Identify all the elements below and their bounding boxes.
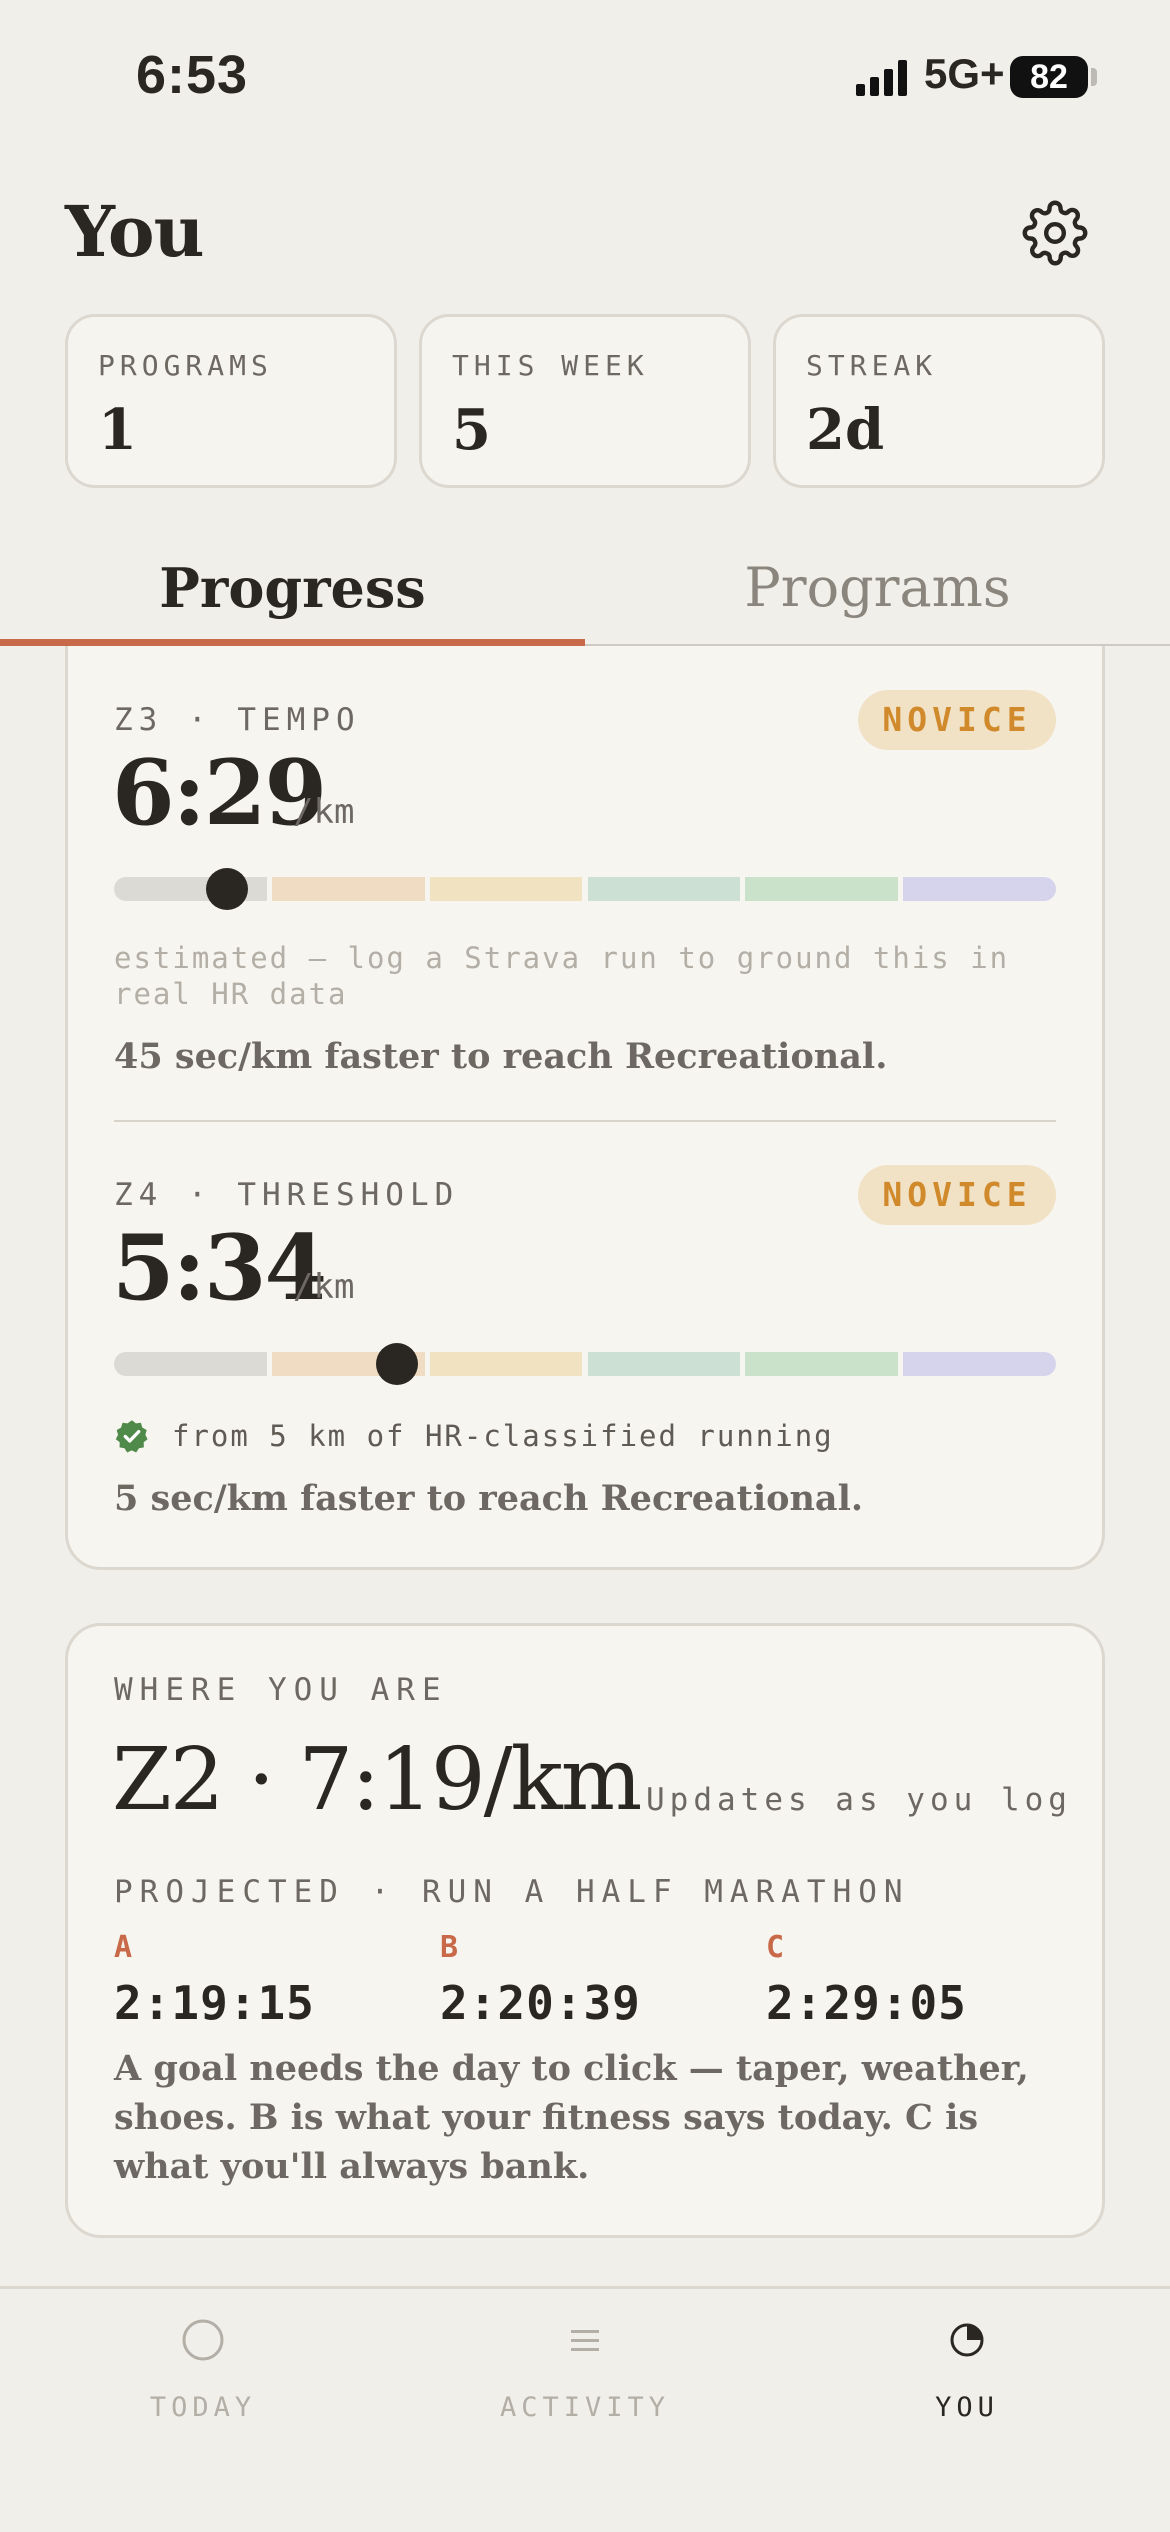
goal-a-label: A: [114, 1930, 133, 1965]
zone-scale-segment: [745, 1352, 899, 1376]
tab-programs[interactable]: Programs: [585, 556, 1170, 619]
page-title: You: [65, 190, 204, 273]
nav-activity[interactable]: ACTIVITY: [390, 2310, 780, 2423]
zone-note: estimated — log a Strava run to ground t…: [114, 941, 1010, 1011]
goal-explanation: A goal needs the day to click — taper, w…: [114, 2048, 1029, 2187]
level-badge: NOVICE: [858, 690, 1056, 750]
zone-message: 5 sec/km faster to reach Recreational.: [114, 1478, 864, 1519]
level-badge: NOVICE: [858, 1165, 1056, 1225]
pace-unit: /km: [293, 1267, 355, 1307]
tab-active-indicator: [0, 639, 585, 646]
goal-b-time: 2:20:39: [440, 1976, 641, 2030]
zone-scale-segment: [587, 877, 741, 901]
nav-label: TODAY: [149, 2392, 257, 2423]
goal-b-label: B: [440, 1930, 459, 1965]
zone-scale: [114, 1343, 1056, 1385]
zone-scale-segment: [429, 1352, 583, 1376]
network-type: 5G+: [924, 50, 1005, 97]
where-heading: WHERE YOU ARE: [114, 1672, 448, 1708]
zone-heading: Z3 · TEMPO: [114, 702, 361, 738]
zone-scale: [114, 868, 1056, 910]
goal-c-label: C: [766, 1930, 785, 1965]
stat-card-programs: PROGRAMS 1: [65, 314, 397, 488]
zone-scale-segment: [903, 877, 1056, 901]
stat-value: 1: [98, 397, 137, 463]
current-zone-pace: Z2 · 7:19/km: [112, 1730, 642, 1830]
zone-message: 45 sec/km faster to reach Recreational.: [114, 1036, 888, 1077]
battery-cap: [1091, 68, 1097, 86]
verified-check-icon: [115, 1420, 148, 1453]
zone-scale-segment: [114, 1352, 267, 1376]
stat-card-streak: STREAK 2d: [773, 314, 1105, 488]
zone-scale-segment: [745, 877, 899, 901]
zone-scale-segment: [429, 877, 583, 901]
zone-divider: [114, 1120, 1056, 1122]
zone-note: from 5 km of HR-classified running: [172, 1419, 834, 1453]
nav-label: ACTIVITY: [499, 2392, 671, 2423]
zone-position-marker: [375, 1343, 418, 1385]
pie-chart-icon: [950, 2323, 984, 2357]
battery-indicator: 82: [1010, 56, 1088, 98]
gear-icon[interactable]: [1022, 200, 1088, 266]
pace-unit: /km: [293, 792, 355, 832]
tab-progress[interactable]: Progress: [0, 556, 585, 620]
stat-label: PROGRAMS: [98, 349, 273, 382]
stat-value: 5: [452, 397, 491, 463]
status-time: 6:53: [136, 45, 249, 105]
goal-a-time: 2:19:15: [114, 1976, 315, 2030]
stat-card-this-week: THIS WEEK 5: [419, 314, 751, 488]
stat-label: THIS WEEK: [452, 349, 649, 382]
circle-icon: [182, 2319, 224, 2361]
cellular-signal-icon: [856, 60, 907, 96]
list-icon: [571, 2330, 599, 2351]
nav-label: YOU: [935, 2392, 999, 2423]
stat-value: 2d: [806, 397, 885, 463]
nav-you[interactable]: YOU: [772, 2310, 1162, 2423]
update-hint: Updates as you log: [646, 1782, 1072, 1818]
zone-scale-segment: [587, 1352, 741, 1376]
status-bar: 6:53 5G+ 82: [0, 0, 1170, 150]
zone-scale-segment: [271, 877, 425, 901]
goal-c-time: 2:29:05: [766, 1976, 967, 2030]
zone-heading: Z4 · THRESHOLD: [114, 1177, 460, 1213]
stat-label: STREAK: [806, 349, 938, 382]
nav-today[interactable]: TODAY: [8, 2310, 398, 2423]
zone-scale-segment: [903, 1352, 1056, 1376]
zone-position-marker: [206, 868, 249, 910]
projection-heading: PROJECTED · RUN A HALF MARATHON: [114, 1874, 910, 1910]
